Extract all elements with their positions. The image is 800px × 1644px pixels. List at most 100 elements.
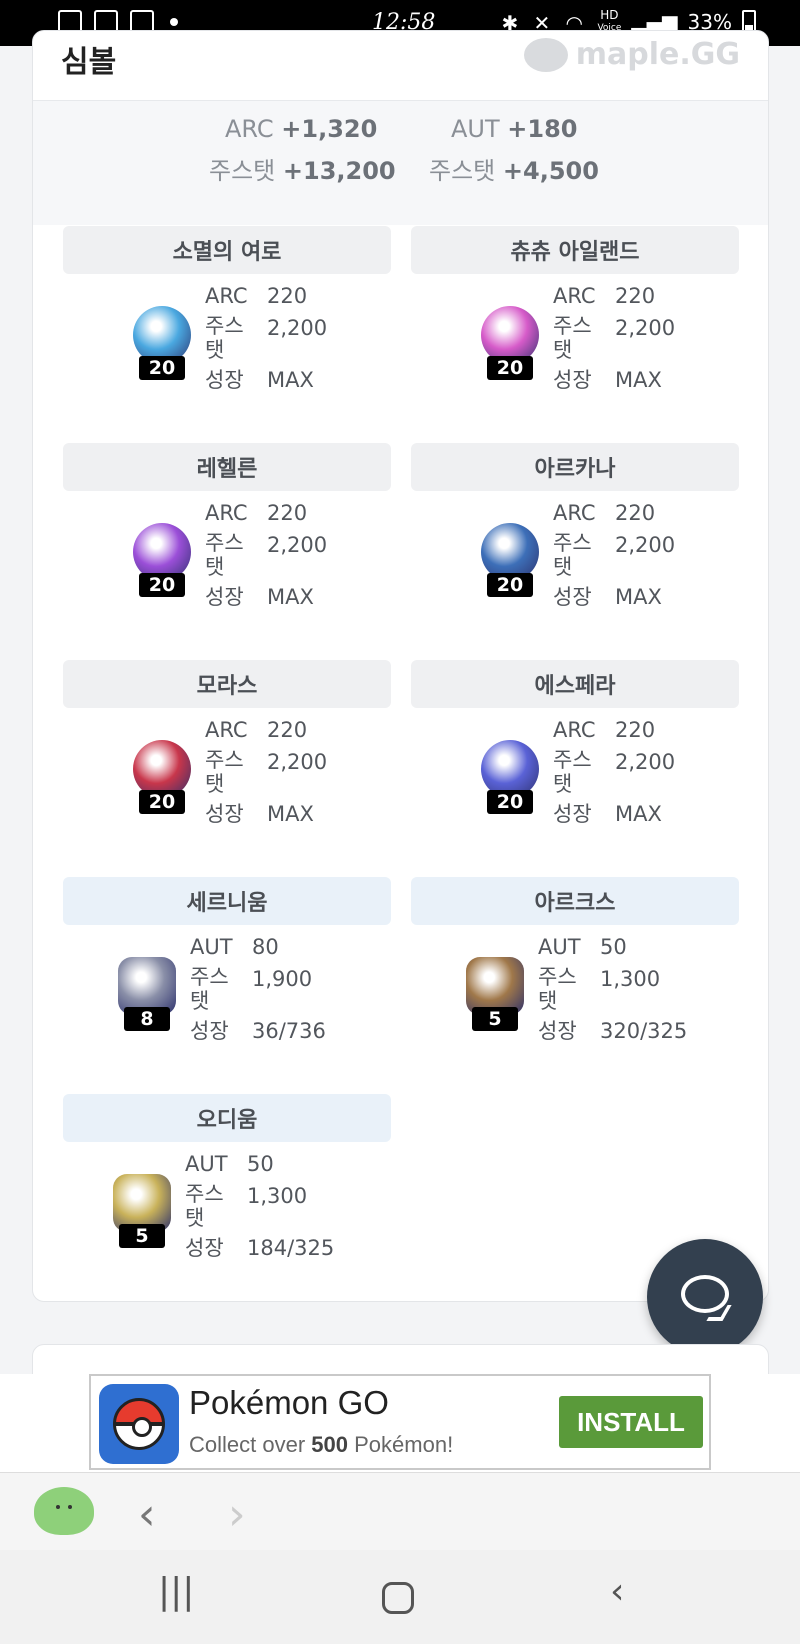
symbol-level-badge: 5 [472,1007,518,1031]
symbol-mainstat-label: 주스 탯 [205,314,244,362]
brand-name: maple.GG [575,37,740,72]
symbol-growth: 성장 MAX [205,800,314,828]
install-button[interactable]: INSTALL [559,1396,703,1448]
symbol-mainstat-value: 2,200 [615,533,676,557]
symbol-growth-label: 성장 [205,585,244,609]
pokemon-go-app-icon [99,1384,179,1464]
symbol-stat: AUT 80 [190,933,279,961]
recents-icon[interactable]: ||| [158,1574,194,1610]
symbol-name: 아르카나 [411,443,739,491]
ad-subtitle: Collect over 500 Pokémon! [189,1432,453,1458]
symbol-stat: AUT 50 [538,933,627,961]
forward-arrow-icon[interactable]: › [228,1493,246,1537]
symbol-growth-value: MAX [615,585,662,609]
aut-total-value: +180 [507,115,578,143]
symbol-stat: ARC 220 [205,282,307,310]
symbol-level-badge: 5 [119,1224,165,1248]
symbol-mainstat-value: 1,900 [252,967,313,991]
symbol-mainstat: 주스 탯 2,200 [205,314,327,362]
symbol-name: 아르크스 [411,877,739,925]
aut-total: AUT +180 [451,115,578,143]
symbol-growth-label: 성장 [205,368,244,392]
ad-banner[interactable]: Pokémon GO Collect over 500 Pokémon! INS… [89,1374,711,1470]
symbol-growth: 성장 36/736 [190,1017,326,1045]
symbol-mainstat-value: 2,200 [615,750,676,774]
symbol-stat: AUT 50 [185,1150,274,1178]
symbol-stat-label: ARC [205,284,248,308]
hd-label: HD [600,8,619,22]
symbol-mainstat: 주스 탯 2,200 [553,748,675,796]
symbol-stat: ARC 220 [553,716,655,744]
home-icon[interactable] [382,1582,414,1614]
symbol-summary: ARC +1,320 AUT +180 주스탯 +13,200 주스탯 +4,5… [33,101,768,225]
symbol-growth-label: 성장 [553,368,592,392]
symbol-growth-value: MAX [267,368,314,392]
symbol-mainstat-label: 주스 탯 [185,1182,224,1230]
symbol-name: 세르니움 [63,877,391,925]
card-header: 심볼 maple.GG [33,31,768,101]
symbol-level-badge: 20 [487,790,533,814]
symbol-mainstat-label: 주스 탯 [538,965,577,1013]
symbol-stat-label: ARC [553,718,596,742]
symbol-stat: ARC 220 [205,499,307,527]
symbol-stat-label: AUT [190,935,233,959]
symbol-name: 오디움 [63,1094,391,1142]
ad-sub-prefix: Collect over [189,1432,306,1457]
symbol-growth: 성장 MAX [205,366,314,394]
symbol-mainstat-value: 1,300 [247,1184,308,1208]
browser-toolbar: ‹ › [0,1472,800,1550]
symbol-stat: ARC 220 [553,282,655,310]
symbol-stat: ARC 220 [205,716,307,744]
symbol-growth-value: MAX [267,585,314,609]
symbol-stat-label: AUT [185,1152,228,1176]
arc-total-value: +1,320 [281,115,378,143]
aut-mainstat-total: 주스탯 +4,500 [429,151,599,186]
symbol-level-badge: 8 [124,1007,170,1031]
slime-home-icon[interactable] [34,1487,94,1535]
brand-logo: maple.GG [523,37,740,72]
symbol-name: 소멸의 여로 [63,226,391,274]
symbol-growth-label: 성장 [190,1019,229,1043]
symbol-growth: 성장 320/325 [538,1017,687,1045]
symbol-growth: 성장 MAX [205,583,314,611]
pokeball-icon [113,1398,165,1450]
back-arrow-icon[interactable]: ‹ [138,1493,156,1537]
symbol-growth-value: MAX [615,802,662,826]
aut-total-label: AUT [451,115,500,143]
symbol-stat-label: ARC [205,718,248,742]
symbol-mainstat-value: 1,300 [600,967,661,991]
symbol-stat-value: 220 [615,501,656,525]
symbol-growth: 성장 MAX [553,366,662,394]
ad-sub-suffix: Pokémon! [354,1432,454,1457]
symbol-mainstat: 주스 탯 2,200 [553,531,675,579]
symbol-mainstat: 주스 탯 1,300 [185,1182,307,1230]
symbol-name: 레헬른 [63,443,391,491]
symbol-growth-label: 성장 [553,802,592,826]
symbol-mainstat-value: 2,200 [267,533,328,557]
symbol-mainstat-label: 주스 탯 [190,965,229,1013]
symbol-stat-value: 80 [252,935,279,959]
symbol-name: 모라스 [63,660,391,708]
chat-button[interactable] [647,1239,763,1355]
system-back-icon[interactable]: ‹ [610,1574,624,1610]
symbol-mainstat: 주스 탯 1,900 [190,965,312,1013]
symbol-growth: 성장 MAX [553,583,662,611]
arc-mainstat-value: +13,200 [282,157,396,185]
symbol-stat-value: 50 [247,1152,274,1176]
symbol-growth-value: 36/736 [252,1019,326,1043]
symbol-mainstat-label: 주스 탯 [553,748,592,796]
symbol-growth-value: MAX [267,802,314,826]
symbol-level-badge: 20 [139,356,185,380]
symbol-growth: 성장 184/325 [185,1234,334,1262]
symbol-growth-label: 성장 [538,1019,577,1043]
symbol-growth: 성장 MAX [553,800,662,828]
symbol-mainstat-label: 주스 탯 [205,531,244,579]
symbol-name: 에스페라 [411,660,739,708]
symbol-level-badge: 20 [487,573,533,597]
symbol-growth-label: 성장 [553,585,592,609]
symbol-stat-label: ARC [553,284,596,308]
symbol-stat-label: ARC [205,501,248,525]
symbol-growth-value: 184/325 [247,1236,335,1260]
symbol-mainstat-label: 주스 탯 [553,531,592,579]
arc-total-label: ARC [225,115,274,143]
